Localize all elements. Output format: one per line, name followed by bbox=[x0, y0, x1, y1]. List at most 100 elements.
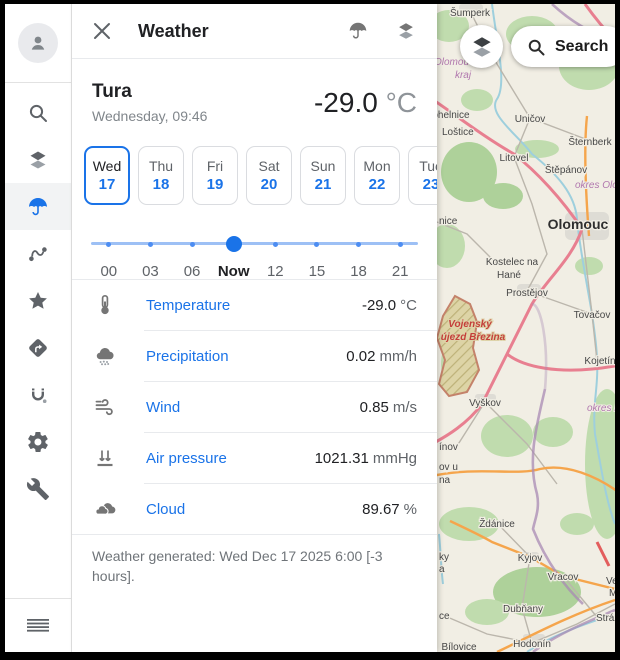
metric-row-wind[interactable]: Wind 0.85m/s bbox=[72, 382, 437, 432]
day-name: Thu bbox=[149, 158, 173, 174]
current-temperature-unit: °C bbox=[386, 87, 417, 118]
metric-label[interactable]: Cloud bbox=[146, 501, 185, 518]
time-tick[interactable]: Now bbox=[213, 231, 255, 280]
gear-icon bbox=[26, 430, 50, 454]
sidebar-item-search[interactable] bbox=[5, 89, 71, 136]
time-tick[interactable]: 12 bbox=[255, 231, 297, 280]
map-layers-button[interactable] bbox=[460, 25, 503, 68]
screen-frame: Weather Tura Wednesday, 09:46 bbox=[0, 0, 620, 660]
day-card[interactable]: Wed 17 bbox=[84, 146, 130, 205]
map-label: ov u bbox=[439, 462, 458, 473]
magnet-icon bbox=[26, 383, 50, 407]
day-card[interactable]: Sat 20 bbox=[246, 146, 292, 205]
tick-dot[interactable] bbox=[273, 242, 278, 247]
app-window: Weather Tura Wednesday, 09:46 bbox=[5, 4, 615, 652]
map-search-button[interactable]: Search bbox=[511, 26, 615, 67]
map-label: ce bbox=[439, 611, 450, 622]
time-tick[interactable]: 03 bbox=[130, 231, 172, 280]
search-icon bbox=[26, 101, 50, 125]
time-slider[interactable]: 00 03 06 Now 12 15 18 21 bbox=[72, 211, 437, 265]
time-tick[interactable]: 21 bbox=[379, 231, 421, 280]
menu-icon bbox=[26, 617, 50, 635]
sidebar-item-favorites[interactable] bbox=[5, 277, 71, 324]
sidebar-item-configure-map[interactable] bbox=[5, 136, 71, 183]
sidebar-item-tracks[interactable] bbox=[5, 371, 71, 418]
slider-handle[interactable] bbox=[226, 236, 242, 252]
time-label: 18 bbox=[350, 263, 367, 280]
time-tick[interactable]: 15 bbox=[296, 231, 338, 280]
day-name: Mon bbox=[363, 158, 390, 174]
wrench-icon bbox=[26, 477, 50, 501]
avatar[interactable] bbox=[18, 23, 58, 63]
map-canvas[interactable]: ŠumperkOlomouckýkrajMohelniceLošticeUnič… bbox=[437, 4, 615, 652]
time-label: 03 bbox=[142, 263, 159, 280]
umbrella-icon bbox=[26, 195, 50, 219]
weather-layers-button[interactable] bbox=[347, 20, 369, 42]
day-name: Sun bbox=[311, 158, 336, 174]
map-label: Hané bbox=[497, 270, 521, 281]
day-name: Fri bbox=[207, 158, 223, 174]
sidebar-item-navigation[interactable] bbox=[5, 324, 71, 371]
day-card[interactable]: Thu 18 bbox=[138, 146, 184, 205]
sidebar-item-settings[interactable] bbox=[5, 418, 71, 465]
location-datetime: Wednesday, 09:46 bbox=[92, 108, 207, 124]
map-label: Dubňany bbox=[503, 604, 543, 615]
route-icon bbox=[26, 242, 50, 266]
sidebar-item-utilities[interactable] bbox=[5, 465, 71, 512]
forecast-days: Wed 17 Thu 18 Fri 19 Sat 20 Sun 21 Mon 2… bbox=[72, 130, 437, 211]
metric-label[interactable]: Precipitation bbox=[146, 348, 229, 365]
tick-dot[interactable] bbox=[398, 242, 403, 247]
map-label: ky bbox=[439, 552, 449, 563]
metric-row-precipitation[interactable]: Precipitation 0.02mm/h bbox=[72, 331, 437, 381]
map-source-button[interactable] bbox=[395, 20, 417, 42]
sidebar-item-menu[interactable] bbox=[5, 598, 71, 652]
person-icon bbox=[26, 31, 50, 55]
map-label: Hodonín bbox=[513, 639, 551, 650]
day-card[interactable]: Tue 23 bbox=[408, 146, 437, 205]
metric-row-cloud[interactable]: Cloud 89.67% bbox=[72, 484, 437, 534]
sidebar-item-profile[interactable] bbox=[5, 4, 71, 83]
tick-dot[interactable] bbox=[356, 242, 361, 247]
day-card[interactable]: Fri 19 bbox=[192, 146, 238, 205]
map-label: Vojenský bbox=[448, 319, 492, 330]
map-label: Štěpánov bbox=[545, 163, 587, 176]
metric-row-air-pressure[interactable]: Air pressure 1021.31mmHg bbox=[72, 433, 437, 483]
time-tick[interactable]: 00 bbox=[88, 231, 130, 280]
search-icon bbox=[526, 37, 546, 57]
map-label: na bbox=[439, 475, 451, 486]
map-view[interactable]: ŠumperkOlomouckýkrajMohelniceLošticeUnič… bbox=[437, 4, 615, 652]
map-label: M bbox=[609, 588, 615, 599]
map-label: Vracov bbox=[548, 572, 579, 583]
wind-icon bbox=[92, 395, 118, 419]
map-label: Šternberk bbox=[568, 135, 612, 148]
metric-label[interactable]: Temperature bbox=[146, 297, 230, 314]
header-icons bbox=[347, 20, 417, 42]
metric-row-temperature[interactable]: Temperature -29.0°C bbox=[72, 280, 437, 330]
sidebar-item-plan-route[interactable] bbox=[5, 230, 71, 277]
tick-dot[interactable] bbox=[314, 242, 319, 247]
map-label: Ždánice bbox=[479, 517, 515, 530]
metric-label[interactable]: Air pressure bbox=[146, 450, 227, 467]
time-tick[interactable]: 06 bbox=[171, 231, 213, 280]
map-label: Kostelec na bbox=[486, 257, 539, 268]
map-label: okres Olomouc bbox=[575, 180, 615, 191]
map-search-label: Search bbox=[555, 38, 608, 56]
metric-label[interactable]: Wind bbox=[146, 399, 180, 416]
time-tick[interactable]: 18 bbox=[338, 231, 380, 280]
map-label: kraj bbox=[455, 70, 472, 81]
close-button[interactable] bbox=[92, 21, 112, 41]
map-label: Vyškov bbox=[469, 398, 501, 409]
map-label: Litovel bbox=[500, 153, 529, 164]
location-name: Tura bbox=[92, 81, 207, 103]
thermometer-icon bbox=[92, 293, 118, 317]
sidebar-item-weather[interactable] bbox=[5, 183, 71, 230]
panel-header: Weather bbox=[72, 4, 437, 59]
day-card[interactable]: Sun 21 bbox=[300, 146, 346, 205]
time-label: 12 bbox=[267, 263, 284, 280]
tick-dot[interactable] bbox=[106, 242, 111, 247]
sidebar bbox=[5, 4, 72, 652]
tick-dot[interactable] bbox=[148, 242, 153, 247]
tick-dot[interactable] bbox=[190, 242, 195, 247]
map-label: Prostějov bbox=[506, 288, 548, 299]
day-card[interactable]: Mon 22 bbox=[354, 146, 400, 205]
